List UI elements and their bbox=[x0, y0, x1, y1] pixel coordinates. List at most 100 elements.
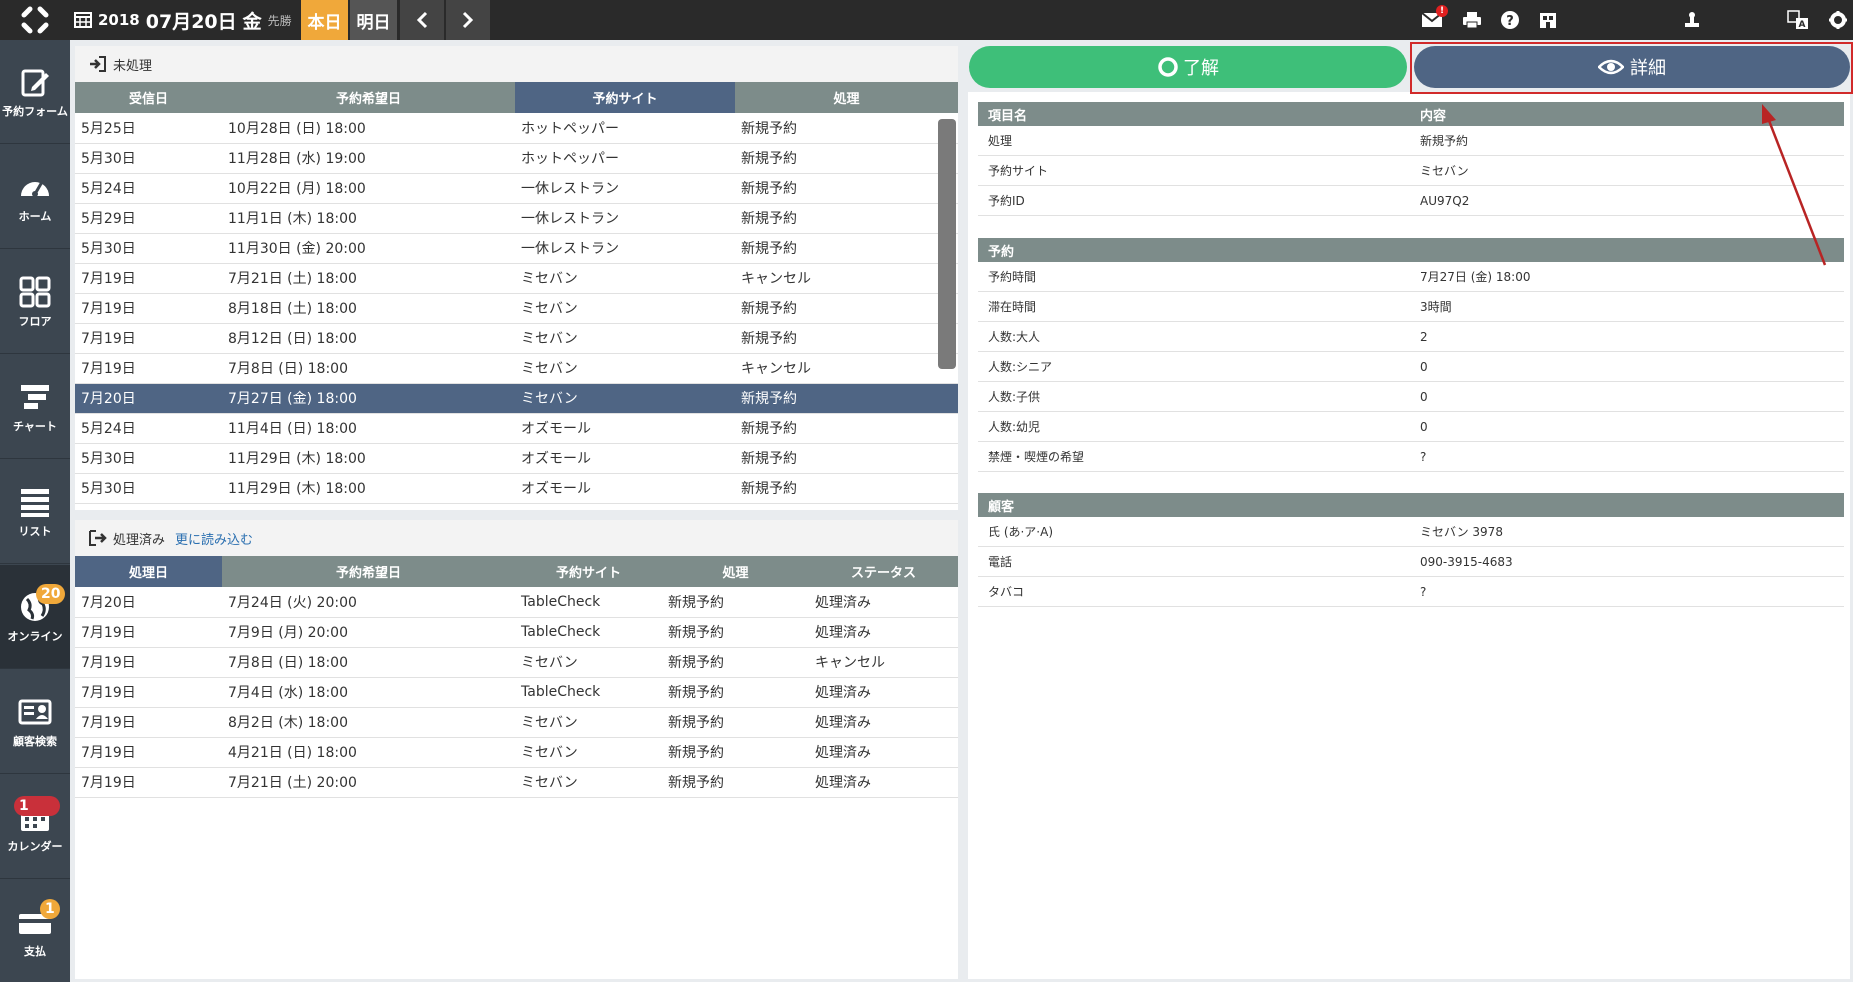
table-row[interactable]: 7月19日 8月2日 (木) 18:00 ミセバン 新規予約 処理済み bbox=[75, 707, 958, 738]
next-day-button[interactable] bbox=[446, 0, 490, 40]
table-row[interactable]: 5月30日 11月30日 (金) 20:00 一休レストラン 新規予約 bbox=[75, 233, 958, 264]
date-display[interactable]: 2018 07月20日 金 先勝 bbox=[74, 0, 292, 40]
info-key: 禁煙・喫煙の希望 bbox=[988, 450, 1085, 464]
info-row: タバコ? bbox=[978, 577, 1844, 607]
table-row[interactable]: 5月30日 11月28日 (水) 19:00 ホットペッパー 新規予約 bbox=[75, 143, 958, 174]
table-row[interactable]: 7月19日 4月21日 (日) 18:00 ミセバン 新規予約 処理済み bbox=[75, 737, 958, 768]
customer-title: 顧客 bbox=[988, 499, 1015, 515]
table-cell: 処理済み bbox=[809, 617, 958, 648]
translate-button[interactable]: A bbox=[1786, 8, 1810, 32]
nav-home[interactable]: ホーム bbox=[0, 145, 70, 249]
table-row[interactable]: 7月19日 8月12日 (日) 18:00 ミセバン 新規予約 bbox=[75, 323, 958, 354]
list-icon bbox=[21, 489, 49, 517]
pending-header-row: 受信日 予約希望日 予約サイト 処理 bbox=[75, 82, 958, 113]
load-more-link[interactable]: 更に読み込む bbox=[175, 529, 253, 548]
column-header[interactable]: 処理日 bbox=[75, 556, 222, 587]
nav-reservation-form[interactable]: 予約フォーム bbox=[0, 40, 70, 144]
nav-label: 顧客検索 bbox=[13, 735, 57, 748]
table-row[interactable]: 7月19日 7月4日 (水) 18:00 TableCheck 新規予約 処理済み bbox=[75, 677, 958, 708]
table-row[interactable]: 7月19日 8月18日 (土) 18:00 ミセバン 新規予約 bbox=[75, 293, 958, 324]
table-row[interactable]: 5月24日 11月4日 (日) 18:00 オズモール 新規予約 bbox=[75, 413, 958, 444]
table-cell: 8月12日 (日) 18:00 bbox=[222, 323, 515, 354]
info-key: 予約時間 bbox=[988, 270, 1037, 284]
nav-floor[interactable]: フロア bbox=[0, 250, 70, 354]
nav-chart[interactable]: チャート bbox=[0, 355, 70, 459]
mail-button[interactable]: ! bbox=[1420, 5, 1448, 32]
table-row[interactable]: 5月29日 11月1日 (木) 18:00 一休レストラン 新規予約 bbox=[75, 203, 958, 234]
prev-day-button[interactable] bbox=[400, 0, 444, 40]
table-cell: ミセバン bbox=[515, 263, 735, 294]
nav-label: リスト bbox=[18, 525, 52, 538]
column-header[interactable]: 予約サイト bbox=[515, 556, 662, 587]
column-header[interactable]: 予約希望日 bbox=[222, 82, 515, 113]
table-cell: キャンセル bbox=[735, 263, 958, 294]
dashboard-icon bbox=[21, 181, 49, 197]
month-day-label: 07月20日 bbox=[145, 10, 237, 33]
store-button[interactable] bbox=[1536, 8, 1560, 32]
nav-customer-search[interactable]: 顧客検索 bbox=[0, 670, 70, 774]
info-value: ? bbox=[1420, 584, 1427, 599]
column-header[interactable]: 受信日 bbox=[75, 82, 222, 113]
table-row[interactable]: 7月19日 7月9日 (月) 20:00 TableCheck 新規予約 処理済み bbox=[75, 617, 958, 648]
pending-scrollbar[interactable] bbox=[938, 119, 956, 369]
table-cell: 8月2日 (木) 18:00 bbox=[222, 707, 515, 738]
table-row[interactable]: 7月20日 7月27日 (金) 18:00 ミセバン 新規予約 bbox=[75, 383, 958, 414]
table-row[interactable]: 5月24日 10月22日 (月) 18:00 一休レストラン 新規予約 bbox=[75, 173, 958, 204]
table-cell: ミセバン bbox=[515, 767, 662, 798]
nav-calendar[interactable]: 1 カレンダー bbox=[0, 775, 70, 879]
help-button[interactable]: ? bbox=[1498, 8, 1522, 32]
column-header[interactable]: ステータス bbox=[809, 556, 958, 587]
table-cell: 7月19日 bbox=[75, 293, 222, 324]
info-row: 処理 新規予約 bbox=[978, 126, 1844, 156]
print-button[interactable] bbox=[1460, 8, 1484, 32]
edit-form-icon bbox=[21, 69, 49, 97]
table-row[interactable]: 7月19日 7月8日 (日) 18:00 ミセバン キャンセル bbox=[75, 353, 958, 384]
table-cell: 7月4日 (水) 18:00 bbox=[222, 677, 515, 708]
column-header[interactable]: 処理 bbox=[735, 82, 958, 113]
nav-online[interactable]: 20 オンライン bbox=[0, 565, 70, 669]
chevron-left-icon bbox=[416, 11, 428, 29]
stamp-button[interactable] bbox=[1680, 8, 1704, 32]
reservation-header: 予約 bbox=[978, 238, 1844, 262]
top-bar: 2018 07月20日 金 先勝 本日 明日 ! ? A bbox=[0, 0, 1853, 40]
table-row[interactable]: 7月19日 7月21日 (土) 18:00 ミセバン キャンセル bbox=[75, 263, 958, 294]
table-row[interactable]: 7月19日 7月21日 (土) 20:00 ミセバン 新規予約 処理済み bbox=[75, 767, 958, 798]
sign-out-icon bbox=[89, 530, 107, 546]
table-cell: 処理済み bbox=[809, 587, 958, 618]
processed-panel: 処理済み 更に読み込む 処理日 予約希望日 予約サイト 処理 ステータス 7月2… bbox=[75, 520, 958, 979]
info-value: 3時間 bbox=[1420, 300, 1452, 314]
table-row[interactable]: 5月25日 10月28日 (日) 18:00 ホットペッパー 新規予約 bbox=[75, 113, 958, 144]
table-cell: 新規予約 bbox=[662, 677, 809, 708]
today-button[interactable]: 本日 bbox=[301, 0, 348, 40]
table-cell: 新規予約 bbox=[662, 617, 809, 648]
app-logo-icon[interactable] bbox=[0, 0, 70, 40]
table-row[interactable]: 5月30日 11月29日 (木) 18:00 オズモール 新規予約 bbox=[75, 443, 958, 474]
table-cell: 7月19日 bbox=[75, 677, 222, 708]
table-cell: 新規予約 bbox=[735, 383, 958, 414]
table-row[interactable]: 7月20日 7月24日 (火) 20:00 TableCheck 新規予約 処理済み bbox=[75, 587, 958, 618]
table-cell: ホットペッパー bbox=[515, 143, 735, 174]
column-header[interactable]: 予約サイト bbox=[515, 82, 735, 113]
column-header[interactable]: 処理 bbox=[662, 556, 809, 587]
circle-icon bbox=[1158, 57, 1178, 77]
table-row[interactable]: 5月30日 11月29日 (木) 18:00 オズモール 新規予約 bbox=[75, 473, 958, 504]
column-header[interactable]: 予約希望日 bbox=[222, 556, 515, 587]
table-cell: 処理済み bbox=[809, 707, 958, 738]
nav-payment[interactable]: 1 支払 bbox=[0, 880, 70, 982]
pending-panel: 未処理 受信日 予約希望日 予約サイト 処理 5月25日 10月28日 (日) 1… bbox=[75, 46, 958, 510]
info-key: 人数:子供 bbox=[988, 390, 1041, 404]
calendar-icon bbox=[74, 12, 92, 28]
nav-list[interactable]: リスト bbox=[0, 460, 70, 564]
sidebar: 予約フォーム ホーム フロア チャート リスト 20 オンライン 顧客検索 1 … bbox=[0, 40, 70, 982]
sign-in-icon bbox=[90, 56, 106, 72]
table-cell: 11月1日 (木) 18:00 bbox=[222, 203, 515, 234]
table-cell: 11月4日 (日) 18:00 bbox=[222, 413, 515, 444]
tomorrow-button[interactable]: 明日 bbox=[350, 0, 397, 40]
info-key: 予約サイト bbox=[988, 164, 1049, 178]
acknowledge-button[interactable]: 了解 bbox=[969, 46, 1407, 88]
nav-label: ホーム bbox=[18, 210, 52, 223]
chevron-right-icon bbox=[462, 11, 474, 29]
settings-button[interactable] bbox=[1826, 8, 1850, 32]
info-key: 人数:大人 bbox=[988, 330, 1041, 344]
table-row[interactable]: 7月19日 7月8日 (日) 18:00 ミセバン 新規予約 キャンセル bbox=[75, 647, 958, 678]
